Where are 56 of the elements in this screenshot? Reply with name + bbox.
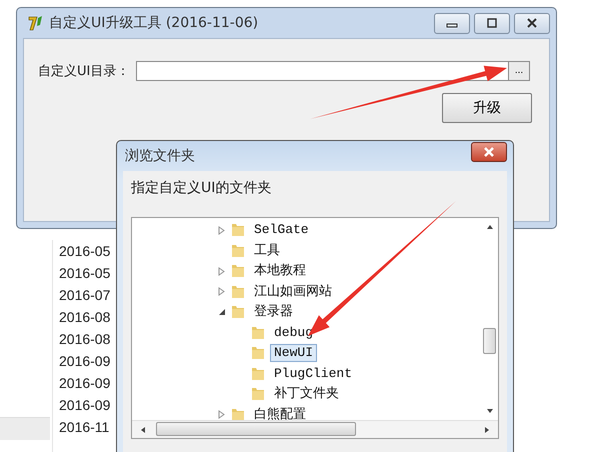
scroll-thumb[interactable]	[156, 422, 356, 436]
expand-icon[interactable]	[218, 287, 226, 296]
scroll-right-icon[interactable]	[484, 426, 490, 434]
scroll-left-icon[interactable]	[140, 426, 146, 434]
app-logo-icon	[27, 14, 45, 32]
directory-field[interactable]	[136, 61, 508, 81]
date-text: 2016-05	[59, 242, 112, 261]
expand-icon[interactable]	[218, 226, 226, 235]
tree-item[interactable]: 登录器	[250, 303, 297, 322]
tree-item[interactable]: 补丁文件夹	[270, 385, 343, 404]
folder-icon	[230, 263, 246, 280]
tree-item[interactable]: SelGate	[250, 221, 313, 240]
date-text: 2016-08	[59, 308, 112, 327]
minimize-button[interactable]	[434, 12, 470, 34]
tree-item[interactable]: 工具	[250, 242, 284, 260]
tree-item[interactable]: 江山如画网站	[250, 282, 336, 301]
expand-icon[interactable]	[218, 410, 226, 420]
close-button[interactable]	[471, 142, 507, 162]
date-text: 2016-09	[59, 374, 112, 393]
date-text: 2016-07	[59, 286, 112, 305]
status-strip	[0, 417, 50, 440]
date-text: 2016-05	[59, 264, 112, 283]
folder-icon	[230, 242, 246, 259]
folder-icon	[250, 324, 266, 341]
upgrade-button[interactable]: 升级	[442, 93, 532, 123]
tree-item[interactable]: 白熊配置	[250, 406, 310, 420]
prompt-text: 指定自定义UI的文件夹	[131, 179, 272, 198]
folder-icon	[230, 222, 246, 238]
tree-item[interactable]: NewUI	[270, 344, 318, 362]
expand-icon[interactable]	[218, 266, 226, 276]
scroll-up-icon[interactable]	[486, 224, 494, 230]
window-title: 自定义UI升级工具 (2016-11-06)	[49, 14, 258, 32]
scroll-thumb[interactable]	[483, 328, 496, 354]
tree-item[interactable]: PlugClient	[270, 364, 356, 383]
date-text: 2016-08	[59, 330, 112, 349]
folder-icon	[230, 284, 246, 300]
folder-icon	[230, 406, 246, 420]
tree-item[interactable]: 本地教程	[250, 262, 310, 280]
browse-button[interactable]: ...	[508, 61, 530, 81]
collapse-icon[interactable]	[218, 308, 226, 316]
directory-label: 自定义UI目录：	[38, 63, 130, 80]
maximize-button[interactable]	[474, 12, 510, 34]
close-icon	[482, 146, 496, 158]
date-text: 2016-09	[59, 396, 112, 415]
folder-icon	[230, 304, 246, 320]
date-text: 2016-09	[59, 352, 112, 371]
folder-icon	[250, 345, 266, 362]
close-button[interactable]	[514, 12, 550, 34]
dialog-title: 浏览文件夹	[125, 147, 195, 165]
scroll-down-icon[interactable]	[486, 408, 494, 414]
close-icon	[526, 18, 538, 28]
horizontal-scrollbar[interactable]	[132, 420, 498, 438]
folder-icon	[250, 366, 266, 382]
maximize-icon	[486, 18, 498, 28]
date-text: 2016-11	[59, 418, 110, 437]
folder-icon	[250, 386, 266, 402]
